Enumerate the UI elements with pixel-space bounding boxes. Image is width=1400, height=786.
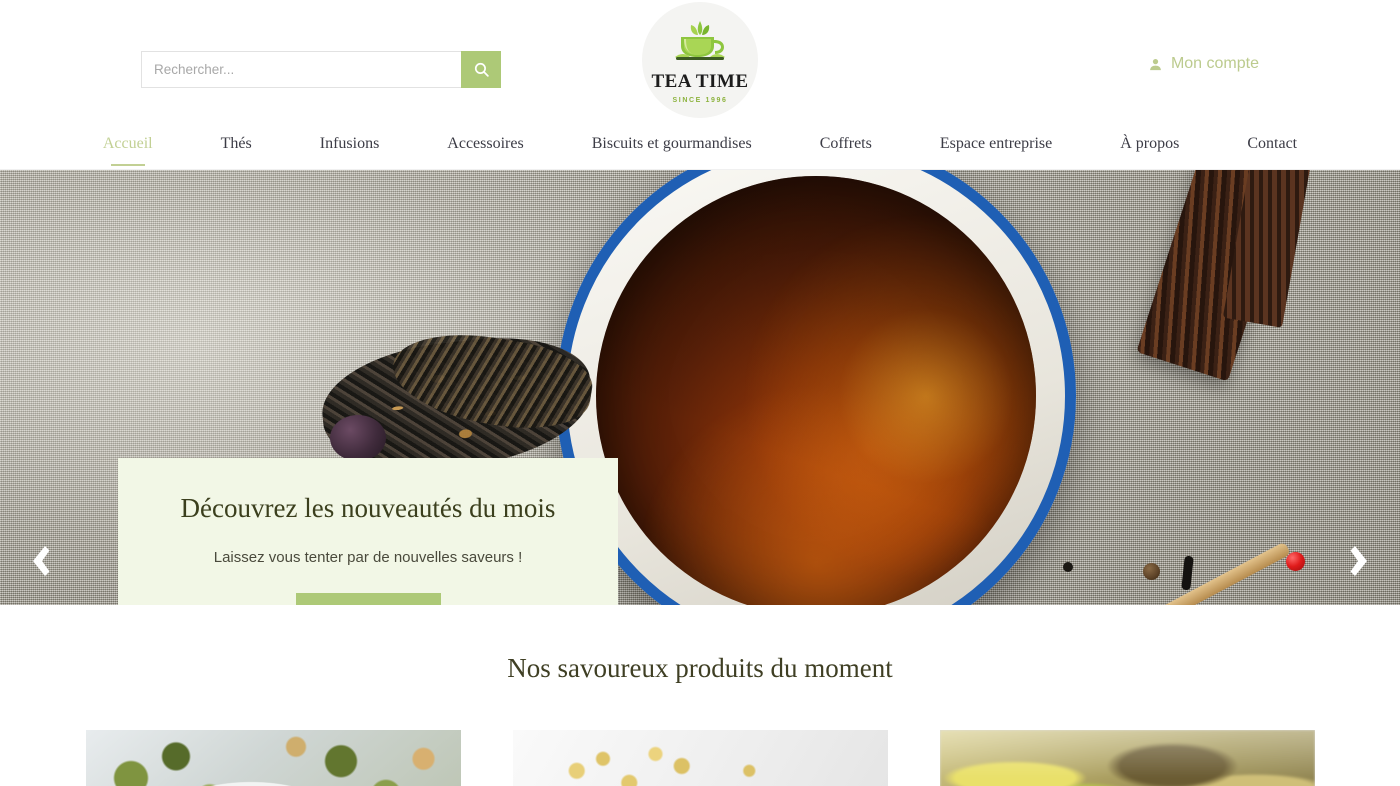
hero-title: Découvrez les nouveautés du mois: [180, 492, 556, 523]
logo-name: TEA TIME: [651, 71, 749, 92]
hero-slide-card: Découvrez les nouveautés du mois Laissez…: [118, 458, 618, 605]
product-grid: [0, 730, 1400, 786]
site-header: Mon compte TEA TIME SINCE 1996: [0, 0, 1400, 118]
search-bar: [141, 51, 501, 88]
chevron-right-icon: [1349, 544, 1375, 581]
product-card[interactable]: [512, 730, 888, 786]
tea-bowl: [556, 170, 1076, 605]
search-input[interactable]: [141, 51, 461, 88]
hero-cta-button[interactable]: Je découvre: [295, 592, 441, 605]
chevron-left-icon: [25, 544, 51, 581]
green-tea-product-image: [85, 730, 461, 786]
search-icon: [473, 61, 490, 78]
nav-item-biscuits-et-gourmandises[interactable]: Biscuits et gourmandises: [558, 135, 786, 153]
nav-item-espace-entreprise[interactable]: Espace entreprise: [906, 135, 1086, 153]
hero-slider: Découvrez les nouveautés du mois Laissez…: [0, 170, 1400, 605]
search-button[interactable]: [461, 51, 501, 88]
nav-item-infusions[interactable]: Infusions: [286, 135, 414, 153]
logo-tagline: SINCE 1996: [672, 97, 728, 104]
nav-item-a-propos[interactable]: À propos: [1086, 135, 1213, 153]
nav-item-thes[interactable]: Thés: [187, 135, 286, 153]
nav-item-accessoires[interactable]: Accessoires: [413, 135, 557, 153]
chamomile-product-image: [512, 730, 888, 786]
garden-product-image: [939, 730, 1315, 786]
account-link[interactable]: Mon compte: [1148, 55, 1259, 73]
product-card[interactable]: [939, 730, 1315, 786]
site-logo[interactable]: TEA TIME SINCE 1996: [642, 2, 758, 118]
spice-speck: [1063, 562, 1073, 572]
teacup-leaf-icon: [667, 18, 733, 69]
user-icon: [1148, 57, 1163, 72]
hero-subtitle: Laissez vous tenter par de nouvelles sav…: [213, 548, 523, 566]
nav-item-contact[interactable]: Contact: [1213, 135, 1331, 153]
products-section: Nos savoureux produits du moment: [0, 605, 1400, 786]
slider-next-button[interactable]: [1342, 542, 1382, 582]
product-card[interactable]: [85, 730, 461, 786]
account-label: Mon compte: [1170, 55, 1259, 72]
products-section-title: Nos savoureux produits du moment: [507, 653, 893, 683]
tea-shadow: [596, 176, 1036, 605]
red-peppercorn: [1286, 552, 1305, 571]
slider-prev-button[interactable]: [18, 542, 58, 582]
brown-peppercorn: [1143, 563, 1160, 580]
dried-berry: [330, 415, 386, 461]
main-navigation: Accueil Thés Infusions Accessoires Biscu…: [0, 118, 1400, 170]
nav-item-accueil[interactable]: Accueil: [69, 135, 187, 153]
nav-item-coffrets[interactable]: Coffrets: [786, 135, 906, 153]
